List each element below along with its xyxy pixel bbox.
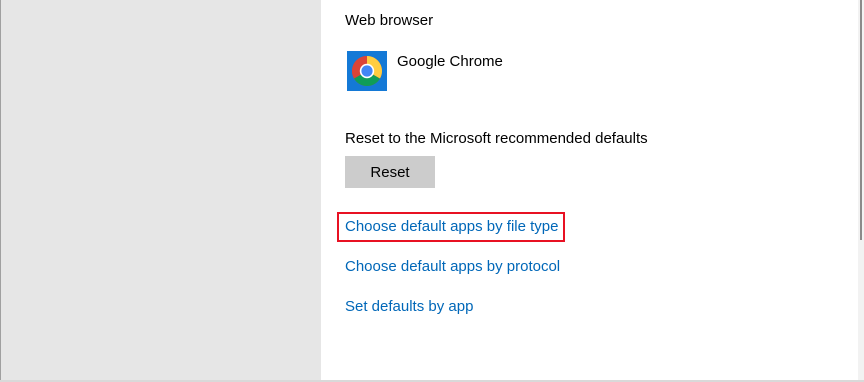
scrollbar-thumb[interactable]: [860, 0, 862, 240]
settings-sidebar: [1, 0, 321, 382]
settings-window: Web browser Google Chrome Reset to the M…: [0, 0, 864, 382]
choose-default-apps-by-file-type-link[interactable]: Choose default apps by file type: [345, 218, 558, 235]
choose-default-apps-by-protocol-link[interactable]: Choose default apps by protocol: [345, 258, 560, 275]
chrome-icon: [347, 51, 387, 91]
vertical-scrollbar[interactable]: [858, 0, 864, 382]
reset-button[interactable]: Reset: [345, 156, 435, 188]
default-apps-panel: Web browser Google Chrome Reset to the M…: [321, 0, 858, 382]
web-browser-heading: Web browser: [345, 12, 434, 29]
web-browser-app-name: Google Chrome: [397, 52, 503, 70]
set-defaults-by-app-link[interactable]: Set defaults by app: [345, 298, 473, 315]
reset-heading: Reset to the Microsoft recommended defau…: [345, 130, 648, 147]
web-browser-app-selector[interactable]: Google Chrome: [347, 51, 503, 91]
